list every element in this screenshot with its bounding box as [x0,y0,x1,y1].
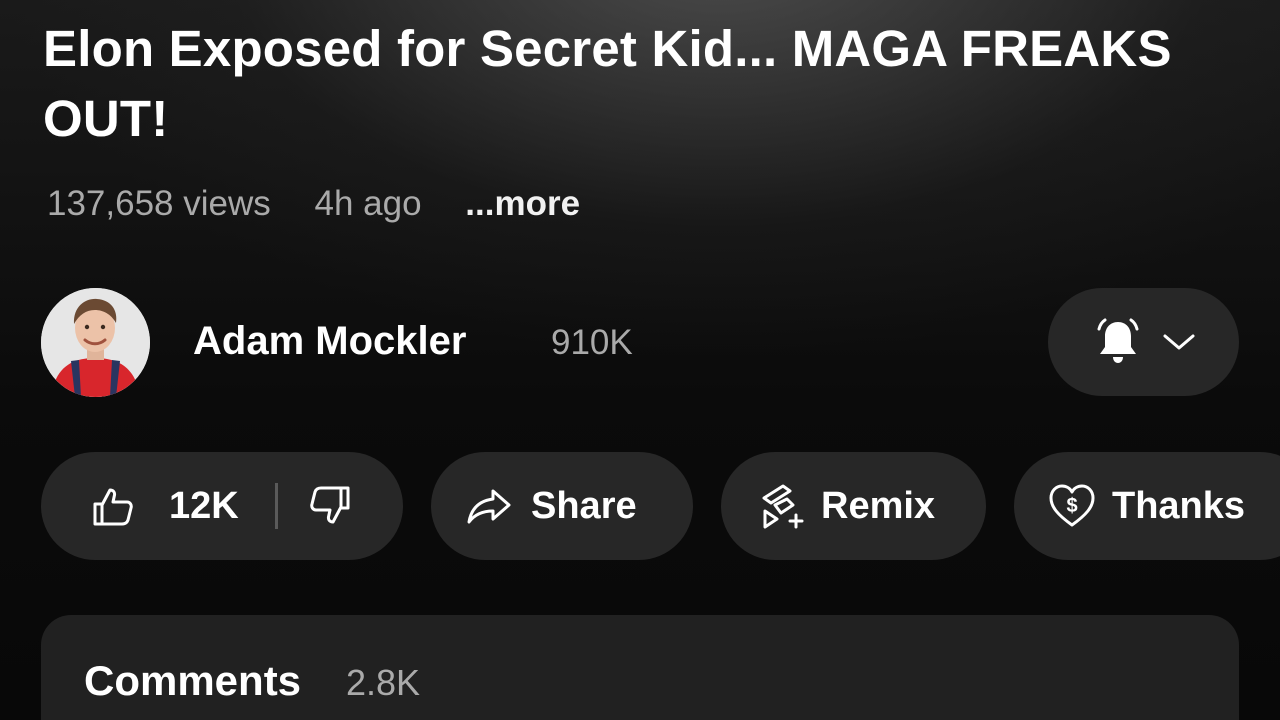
svg-text:$: $ [1066,495,1077,517]
thumbs-down-icon [308,484,352,528]
bell-icon [1092,316,1144,368]
heart-dollar-icon: $ [1048,483,1096,529]
dislike-button[interactable] [308,484,352,528]
more-link[interactable]: ...more [465,184,580,223]
channel-name[interactable]: Adam Mockler [193,317,466,365]
video-meta[interactable]: 137,658 views 4h ago ...more [47,182,580,226]
view-count: 137,658 views [47,184,271,223]
like-button[interactable]: 12K [91,484,239,528]
comments-section[interactable]: Comments 2.8K [41,615,1239,720]
remix-icon [759,483,805,529]
remix-label: Remix [821,484,936,527]
thumbs-up-icon [91,484,135,528]
chevron-down-icon [1162,332,1196,352]
thanks-button[interactable]: $ Thanks [1014,452,1280,560]
avatar-image [41,288,150,397]
thanks-label: Thanks [1112,484,1246,527]
upload-age: 4h ago [314,184,422,223]
remix-button[interactable]: Remix [721,452,986,560]
channel-avatar[interactable] [41,288,150,397]
like-dislike-group: 12K [41,452,403,560]
like-count: 12K [169,484,239,527]
share-icon [465,486,513,526]
share-button[interactable]: Share [431,452,693,560]
comments-title: Comments [84,657,302,704]
like-divider [274,483,278,529]
subscriber-count: 910K [551,323,633,362]
notification-button[interactable] [1048,288,1239,396]
video-title: Elon Exposed for Secret Kid... MAGA FREA… [43,20,1172,147]
comments-count: 2.8K [346,662,421,703]
share-label: Share [531,484,637,527]
